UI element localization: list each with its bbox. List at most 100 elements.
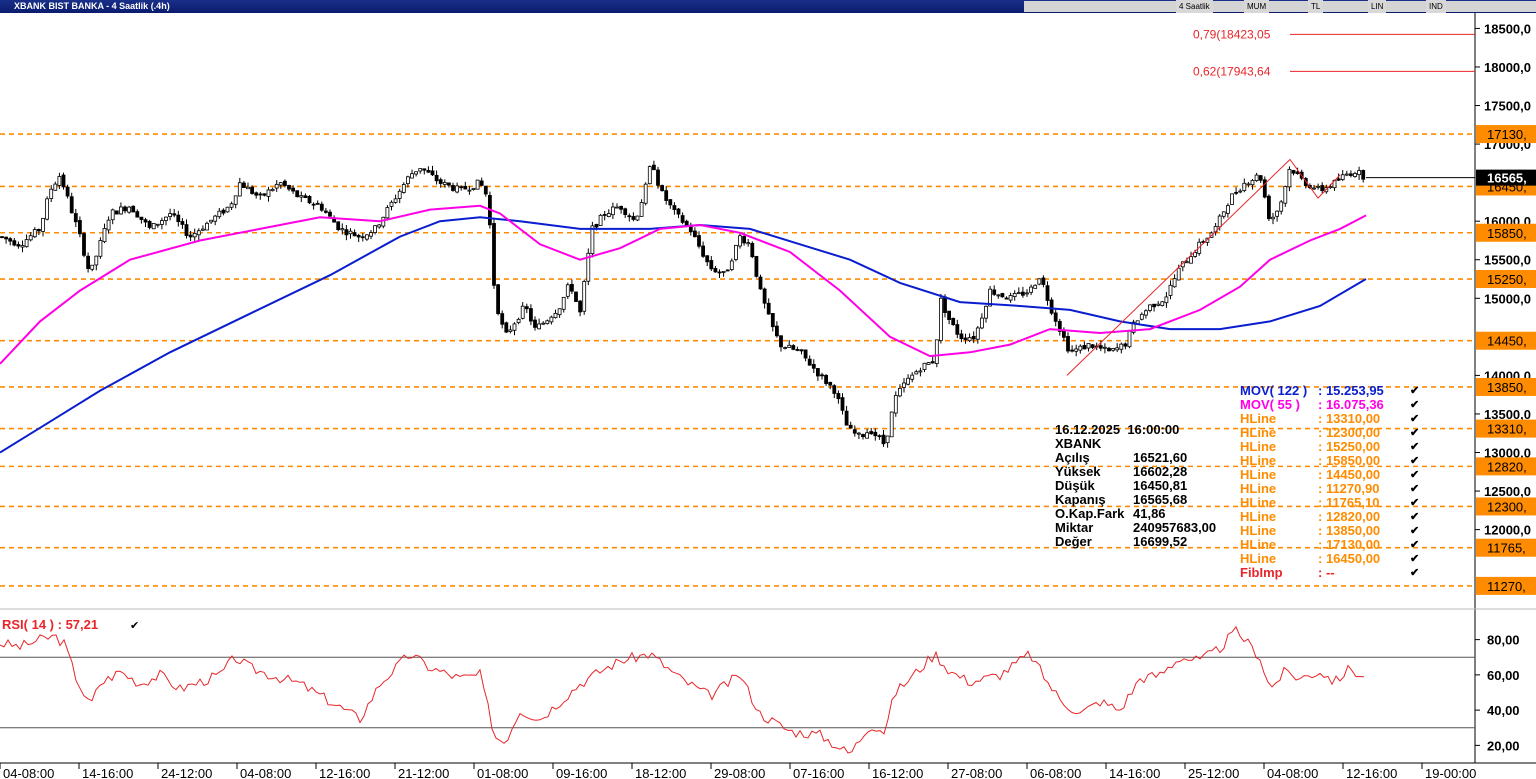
candle-body: [717, 271, 722, 274]
legend-name: HLine: [1240, 453, 1277, 468]
candle-body: [78, 220, 82, 235]
candle-body: [1340, 174, 1345, 180]
info-symbol: XBANK: [1055, 436, 1102, 451]
candle-body: [135, 211, 140, 218]
candle-body: [504, 322, 509, 333]
currency-option[interactable]: TL: [1308, 0, 1324, 13]
info-row-label: Miktar: [1055, 520, 1094, 535]
legend-check-icon[interactable]: ✔: [1410, 496, 1419, 510]
indicator-option[interactable]: IND: [1426, 0, 1446, 13]
candle-body: [241, 182, 246, 188]
legend-check-icon[interactable]: ✔: [1410, 524, 1419, 538]
candle-body: [611, 206, 615, 216]
candle-body: [1004, 297, 1009, 300]
fib-level-label: 0,79(18423,05: [1193, 27, 1271, 41]
candle-body: [914, 371, 919, 375]
candle-body: [779, 335, 783, 348]
candle-body: [422, 168, 427, 171]
legend-value: : 14450,00: [1318, 467, 1381, 482]
candle-body: [857, 432, 861, 435]
legend-value: : 15250,00: [1318, 439, 1381, 454]
candle-body: [840, 397, 845, 411]
candle-body: [734, 244, 738, 260]
candle-body: [873, 431, 878, 437]
chart-type-option[interactable]: MUM: [1244, 0, 1270, 13]
candle-body: [865, 432, 869, 439]
hline-label: 12820,: [1487, 459, 1527, 474]
candle-body: [1021, 291, 1025, 296]
candle-body: [775, 325, 779, 337]
scale-option[interactable]: LIN: [1368, 0, 1387, 13]
candle-body: [1316, 185, 1320, 188]
candle-body: [885, 435, 890, 444]
rsi-y-tick-label: 60,00: [1487, 668, 1520, 683]
info-row: Kapanış 16565,68: [1055, 493, 1216, 507]
candle-body: [766, 302, 771, 315]
hline-label: 15850,: [1487, 226, 1527, 241]
candle-body: [127, 206, 131, 213]
candle-body: [709, 260, 714, 270]
legend-check-icon[interactable]: ✔: [1410, 440, 1419, 454]
candle-body: [143, 219, 148, 223]
candle-body: [1357, 170, 1361, 176]
candle-body: [533, 319, 537, 328]
candle-body: [356, 235, 361, 238]
candle-body: [898, 387, 902, 397]
candle-body: [1025, 292, 1029, 295]
candle-body: [446, 182, 451, 186]
period-option[interactable]: 4 Saatlik: [1176, 0, 1213, 13]
legend-check-icon[interactable]: ✔: [1410, 426, 1419, 440]
candle-body: [1008, 295, 1013, 301]
legend-name: MOV( 55 ): [1240, 397, 1300, 412]
legend-check-icon[interactable]: ✔: [1410, 384, 1419, 398]
rsi-check-icon[interactable]: ✔: [130, 620, 139, 632]
legend-name: HLine: [1240, 467, 1277, 482]
candle-body: [742, 236, 746, 244]
candle-body: [311, 203, 316, 206]
candle-body: [701, 245, 705, 257]
candle-body: [529, 308, 533, 322]
candle-body: [602, 214, 607, 216]
legend-check-icon[interactable]: ✔: [1410, 552, 1419, 566]
legend-check-icon[interactable]: ✔: [1410, 454, 1419, 468]
legend-check-icon[interactable]: ✔: [1410, 566, 1419, 580]
candle-body: [16, 244, 21, 247]
candle-body: [1271, 216, 1275, 220]
legend-check-icon[interactable]: ✔: [1410, 482, 1419, 496]
candle-body: [828, 381, 833, 386]
candle-body: [471, 188, 476, 191]
candle-body: [172, 213, 177, 216]
candle-body: [1226, 205, 1230, 214]
candle-body: [746, 242, 751, 245]
legend-check-icon[interactable]: ✔: [1410, 468, 1419, 482]
candle-body: [877, 435, 882, 438]
candle-body: [24, 239, 29, 248]
hline-label: 17130,: [1487, 127, 1527, 142]
candle-body: [955, 324, 960, 335]
legend-check-icon[interactable]: ✔: [1410, 398, 1419, 412]
candle-body: [82, 233, 86, 256]
candle-body: [918, 370, 923, 373]
legend-check-icon[interactable]: ✔: [1410, 538, 1419, 552]
legend-name: MOV( 122 ): [1240, 383, 1308, 398]
candle-body: [451, 185, 455, 191]
legend-check-icon[interactable]: ✔: [1410, 510, 1419, 524]
candle-body: [483, 185, 488, 195]
candle-body: [295, 190, 300, 198]
legend-check-icon[interactable]: ✔: [1410, 412, 1419, 426]
legend-row: MOV( 55 ): 16.075,36 ✔: [1240, 397, 1419, 412]
candle-body: [922, 362, 927, 371]
candle-body: [1033, 284, 1038, 289]
candle-body: [926, 362, 931, 365]
candle-body: [475, 179, 480, 190]
candle-body: [323, 210, 328, 213]
candle-body: [791, 345, 796, 350]
candle-body: [1000, 293, 1005, 298]
info-row-label: Kapanış: [1055, 492, 1106, 507]
candle-body: [1090, 344, 1095, 348]
legend-row: HLine: 16450,00 ✔: [1240, 552, 1419, 566]
candle-body: [73, 213, 78, 223]
x-tick-label: 21-12:00: [398, 766, 449, 779]
candle-body: [196, 230, 201, 236]
y-tick-label: 17500,0: [1484, 99, 1531, 114]
